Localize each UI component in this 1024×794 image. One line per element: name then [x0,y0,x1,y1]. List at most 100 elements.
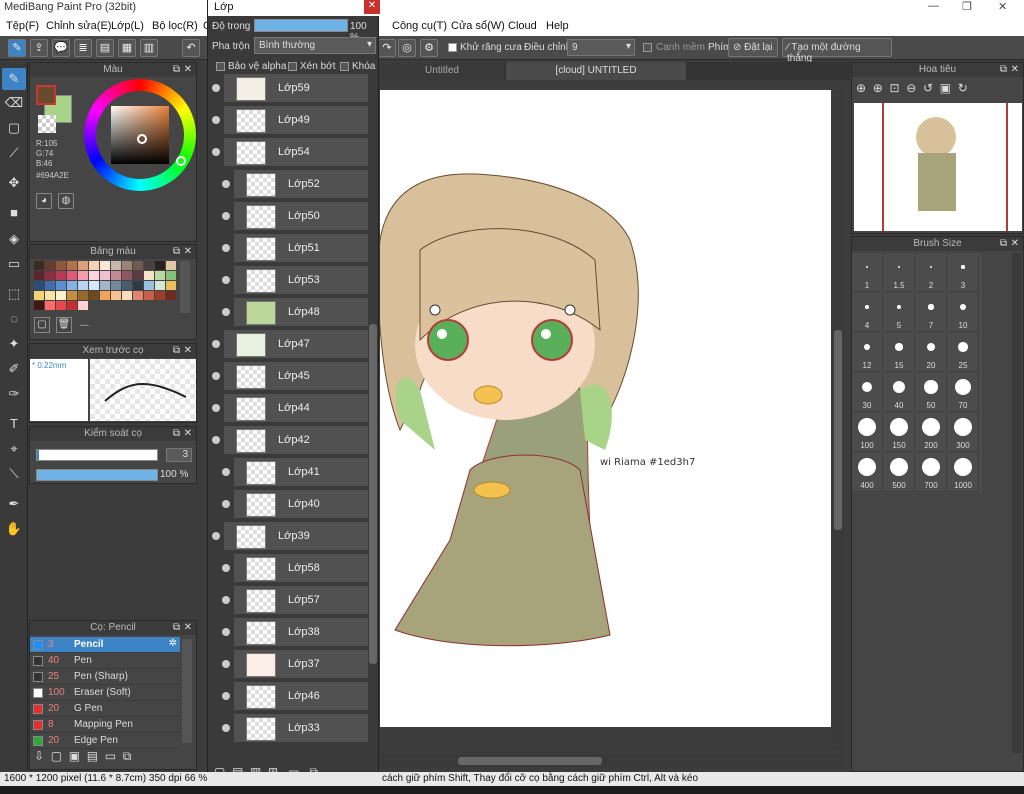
brush-size-cell[interactable]: 700 [916,453,947,492]
redo-icon[interactable]: ↷ [378,39,396,57]
color-mix-icon[interactable]: ◍ [58,193,74,209]
duplicate-icon[interactable]: ⧉ [123,749,132,763]
visibility-eye-icon[interactable] [212,148,220,156]
brush-size-cell[interactable]: 20 [916,333,947,372]
palette-swatch[interactable] [111,271,121,280]
menu-layer[interactable]: Lớp(L) [111,20,144,32]
layer-row[interactable]: Lớp59 [212,74,368,104]
visibility-eye-icon[interactable] [222,244,230,252]
layer-row[interactable]: Lớp48 [222,298,368,328]
export-icon[interactable]: ⇪ [30,39,48,57]
brush-size-cell[interactable]: 3 [948,253,979,292]
layer-row[interactable]: Lớp47 [212,330,368,360]
palette-swatch[interactable] [166,281,176,290]
palette-swatch[interactable] [45,291,55,300]
visibility-eye-icon[interactable] [222,308,230,316]
popout-icon[interactable]: ⧉ [173,63,180,77]
close-icon[interactable]: ✕ [184,245,192,259]
layer-scrollbar[interactable] [368,74,378,756]
palette-swatch[interactable] [144,291,154,300]
visibility-eye-icon[interactable] [212,116,220,124]
antialias-checkbox[interactable] [448,43,457,52]
rectangle-tool-icon[interactable]: ▢ [2,117,26,139]
brush-size-cell[interactable]: 40 [884,373,915,412]
eraser-tool-icon[interactable]: ⌫ [2,92,26,114]
fit-window-icon[interactable]: ⊡ [889,81,899,95]
brush-list-item[interactable]: 3 Pencil ✲ [30,637,180,653]
brush-settings-gear-icon[interactable]: ✲ [169,638,177,649]
select-tool-icon[interactable]: ⬚ [2,283,26,305]
delete-palette-icon[interactable]: 🗑 [56,317,72,333]
visibility-eye-icon[interactable] [212,532,220,540]
layer-row[interactable]: Lớp41 [222,458,368,488]
brush-size-value[interactable]: 3 [166,448,192,462]
close-icon[interactable]: ✕ [1011,237,1019,251]
visibility-eye-icon[interactable] [222,724,230,732]
close-icon[interactable]: ✕ [184,63,192,77]
palette-swatch[interactable] [56,291,66,300]
brush-size-cell[interactable]: 7 [916,293,947,332]
brush-settings-icon[interactable]: ▤ [87,749,98,763]
select-pen-icon[interactable]: ✐ [2,358,26,380]
layer-row[interactable]: Lớp57 [222,586,368,616]
drawing-canvas[interactable]: wi Riama #1ed3h7 [377,90,831,727]
palette-swatch[interactable] [144,281,154,290]
brush-size-cell[interactable]: 400 [852,453,883,492]
palette-swatch[interactable] [133,261,143,270]
brush-size-cell[interactable]: 12 [852,333,883,372]
palette-swatch[interactable] [89,291,99,300]
protect-alpha-checkbox[interactable] [216,62,225,71]
hand-tool-icon[interactable]: ✋ [2,518,26,540]
palette-swatch[interactable] [166,261,176,270]
palette-swatch[interactable] [34,291,44,300]
palette-swatch[interactable] [133,281,143,290]
close-icon[interactable]: ✕ [1011,63,1019,77]
palette-swatch[interactable] [100,261,110,270]
palette-swatch[interactable] [122,271,132,280]
palette-swatch[interactable] [155,271,165,280]
palette-swatch[interactable] [34,281,44,290]
layer-opacity-slider[interactable] [254,19,348,32]
palette-swatch[interactable] [34,271,44,280]
brush-size-cell[interactable]: 1000 [948,453,979,492]
brush-list-item[interactable]: 100 Eraser (Soft) [30,685,180,701]
brush-size-cell[interactable]: 150 [884,413,915,452]
operation-tool-icon[interactable]: ⌖ [2,438,26,460]
magic-wand-icon[interactable]: ✦ [2,333,26,355]
palette-swatch[interactable] [67,271,77,280]
palette-swatch[interactable] [56,271,66,280]
palette-swatch[interactable] [45,301,55,310]
brush-list-item[interactable]: 25 Pen (Sharp) [30,669,180,685]
popout-icon[interactable]: ⧉ [173,344,180,358]
palette-swatch[interactable] [67,261,77,270]
layer-row[interactable]: Lớp50 [222,202,368,232]
close-icon[interactable]: ✕ [184,621,192,635]
brush-size-cell[interactable]: 200 [916,413,947,452]
popout-icon[interactable]: ⧉ [173,245,180,259]
palette-swatch[interactable] [144,271,154,280]
brush-size-cell[interactable]: 5 [884,293,915,332]
brush-opacity-slider[interactable] [36,469,158,481]
visibility-eye-icon[interactable] [212,84,220,92]
visibility-eye-icon[interactable] [212,372,220,380]
adjust-select[interactable]: 9 ▾ [567,39,635,56]
palette-swatch[interactable] [155,281,165,290]
divide-tool-icon[interactable]: ⟍ [2,463,26,485]
palette-swatch[interactable] [122,261,132,270]
palette-swatch[interactable] [155,291,165,300]
canvas-vscroll-thumb[interactable] [834,330,842,530]
move-tool-icon[interactable]: ✥ [2,172,26,194]
canvas-vertical-scrollbar[interactable] [832,90,844,750]
close-icon[interactable]: ✕ [184,344,192,358]
minimize-button[interactable]: — [928,0,939,12]
palette-swatch[interactable] [45,271,55,280]
zoom-out-icon[interactable]: ⊖ [906,81,916,95]
layer-row[interactable]: Lớp53 [222,266,368,296]
palette-swatch[interactable] [34,261,44,270]
maximize-button[interactable]: ❐ [962,0,972,13]
layer-row[interactable]: Lớp40 [222,490,368,520]
layer-row[interactable]: Lớp51 [222,234,368,264]
zoom-in-alt-icon[interactable]: ⊕ [873,81,883,95]
brush-size-cell[interactable]: 15 [884,333,915,372]
soft-edge-checkbox[interactable] [643,43,652,52]
